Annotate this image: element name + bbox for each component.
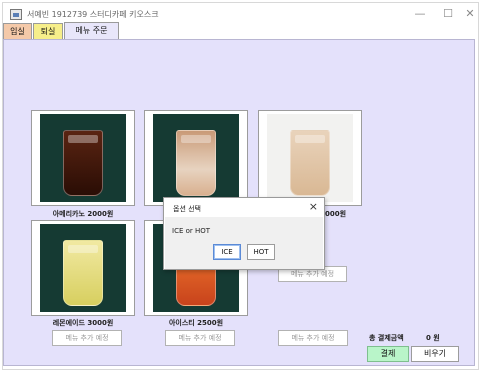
- option-dialog: 옵션 선택 × ICE or HOT ICE HOT: [163, 197, 325, 270]
- item-name-iced-tea: 아이스티 2500원: [168, 319, 224, 327]
- ice-button[interactable]: ICE: [213, 244, 241, 260]
- dialog-title: 옵션 선택: [173, 205, 201, 213]
- milk-tea-image: [267, 114, 353, 202]
- window-title: 서예빈 1912739 스터디카페 키오스크: [27, 10, 159, 19]
- lemonade-image: [40, 224, 126, 312]
- item-name-lemonade: 레몬에이드 3000원: [52, 319, 114, 327]
- item-name-americano: 아메리카노 2000원: [52, 210, 114, 218]
- app-icon: [10, 9, 22, 20]
- close-button[interactable]: ✕: [461, 6, 479, 22]
- minimize-button[interactable]: —: [405, 6, 435, 22]
- item-name-partial: 000원: [325, 210, 347, 218]
- dialog-message: ICE or HOT: [172, 227, 211, 235]
- add-menu-placeholder-button[interactable]: 메뉴 추가 예정: [52, 330, 122, 346]
- hot-button[interactable]: HOT: [247, 244, 275, 260]
- total-amount-value: 0 원: [426, 334, 440, 342]
- menu-card-lemonade[interactable]: [31, 220, 135, 316]
- clear-button[interactable]: 비우기: [411, 346, 459, 362]
- add-menu-placeholder-button[interactable]: 메뉴 추가 예정: [278, 330, 348, 346]
- total-amount-label: 총 결제금액: [369, 334, 404, 342]
- pay-button[interactable]: 결제: [367, 346, 409, 362]
- maximize-button[interactable]: ☐: [433, 6, 463, 22]
- add-menu-placeholder-button[interactable]: 메뉴 추가 예정: [165, 330, 235, 346]
- latte-image: [153, 114, 239, 202]
- dialog-close-icon[interactable]: ×: [309, 200, 318, 213]
- tab-check-out[interactable]: 퇴실: [33, 23, 63, 39]
- menu-card-americano[interactable]: [31, 110, 135, 206]
- menu-card-milk-tea[interactable]: [258, 110, 362, 206]
- dialog-body: ICE or HOT ICE HOT: [165, 217, 323, 269]
- americano-image: [40, 114, 126, 202]
- tab-check-in[interactable]: 입실: [3, 23, 32, 39]
- tab-menu-order[interactable]: 메뉴 주문: [64, 22, 119, 39]
- menu-card-latte[interactable]: [144, 110, 248, 206]
